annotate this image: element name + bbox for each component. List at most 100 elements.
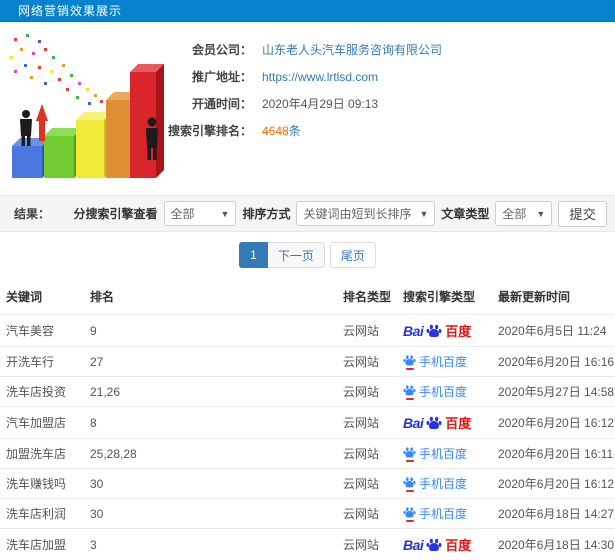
last-page-button[interactable]: 尾页 [330,242,376,268]
rank-type-cell: 云网站 [343,469,403,499]
rank-cell[interactable]: 30 [90,469,343,499]
company-info-list: 会员公司： 山东老人头汽车服务咨询有限公司 推广地址： https://www.… [158,22,615,144]
type-filter-select[interactable]: 全部 ▼ [495,201,552,226]
table-header-row: 关键词 排名 排名类型 搜索引擎类型 最新更新时间 [0,278,615,315]
baidu-logo-icon: Bai 百度 [403,321,498,340]
baidu-paw-icon [403,476,416,489]
rank-type-cell: 云网站 [343,439,403,469]
mobile-baidu-icon: 手机百度 [403,445,498,462]
engine-cell: 手机百度 [403,439,498,469]
keyword-cell: 洗车店利润 [0,499,90,529]
rank-count-label: 搜索引擎排名： [158,122,252,139]
rank-type-cell: 云网站 [343,499,403,529]
engine-cell: Bai 百度 [403,407,498,439]
chevron-down-icon: ▼ [221,209,230,219]
rank-type-cell: 云网站 [343,377,403,407]
company-name-link[interactable]: 山东老人头汽车服务咨询有限公司 [262,41,442,58]
results-table: 关键词 排名 排名类型 搜索引擎类型 最新更新时间 汽车美容 9 云网站 Bai… [0,278,615,560]
chevron-down-icon: ▼ [419,209,428,219]
keyword-cell: 洗车店投资 [0,377,90,407]
keyword-cell: 洗车赚钱吗 [0,469,90,499]
engine-filter-label: 分搜索引擎查看 [74,205,158,222]
company-info-section: 会员公司： 山东老人头汽车服务咨询有限公司 推广地址： https://www.… [0,22,615,195]
open-time-label: 开通时间： [158,95,252,112]
mobile-baidu-icon: 手机百度 [403,353,498,370]
rank-cell[interactable]: 8 [90,407,343,439]
table-row: 洗车店投资 21,26 云网站 手机百度 2020年5月27日 14:58 [0,377,615,407]
keyword-cell: 洗车店加盟 [0,529,90,560]
info-row-rank-count: 搜索引擎排名： 4648条 [158,117,615,144]
table-row: 洗车店加盟 3 云网站 Bai 百度 2020年6月18日 14:30 [0,529,615,560]
rank-type-cell: 云网站 [343,315,403,347]
header-rank-type: 排名类型 [343,278,403,315]
mobile-baidu-icon: 手机百度 [403,383,498,400]
company-label: 会员公司： [158,41,252,58]
updated-cell: 2020年6月20日 16:11 [498,439,615,469]
filter-bar: 结果： 分搜索引擎查看 全部 ▼ 排序方式 关键词由短到长排序 ▼ 文章类型 全… [0,195,615,232]
engine-filter-select[interactable]: 全部 ▼ [164,201,237,226]
header-engine-type: 搜索引擎类型 [403,278,498,315]
rank-count-number: 4648 [262,124,289,138]
rank-type-cell: 云网站 [343,529,403,560]
rank-cell[interactable]: 27 [90,347,343,377]
table-row: 汽车加盟店 8 云网站 Bai 百度 2020年6月20日 16:12 [0,407,615,439]
submit-button[interactable]: 提交 [558,201,607,227]
rank-type-cell: 云网站 [343,407,403,439]
rank-cell[interactable]: 25,28,28 [90,439,343,469]
sort-filter-value: 关键词由短到长排序 [303,205,411,222]
keyword-cell: 加盟洗车店 [0,439,90,469]
baidu-paw-icon [403,506,416,519]
chevron-down-icon: ▼ [536,209,545,219]
rank-cell[interactable]: 3 [90,529,343,560]
sort-filter-select[interactable]: 关键词由短到长排序 ▼ [296,201,435,226]
engine-cell: 手机百度 [403,377,498,407]
baidu-paw-icon [403,384,416,397]
keyword-cell: 汽车加盟店 [0,407,90,439]
table-row: 洗车赚钱吗 30 云网站 手机百度 2020年6月20日 16:12 [0,469,615,499]
promo-url-link[interactable]: https://www.lrtlsd.com [262,70,378,84]
table-row: 汽车美容 9 云网站 Bai 百度 2020年6月5日 11:24 [0,315,615,347]
baidu-paw-icon [426,323,442,339]
updated-cell: 2020年6月5日 11:24 [498,315,615,347]
keyword-cell: 汽车美容 [0,315,90,347]
baidu-paw-icon [426,415,442,431]
header-updated: 最新更新时间 [498,278,615,315]
table-row: 加盟洗车店 25,28,28 云网站 手机百度 2020年6月20日 16:11 [0,439,615,469]
baidu-logo-icon: Bai 百度 [403,535,498,554]
updated-cell: 2020年6月20日 16:12 [498,407,615,439]
filter-group: 分搜索引擎查看 全部 ▼ 排序方式 关键词由短到长排序 ▼ 文章类型 全部 ▼ … [74,201,607,227]
bars [12,64,164,178]
updated-cell: 2020年6月20日 16:12 [498,469,615,499]
baidu-logo-icon: Bai 百度 [403,413,498,432]
rank-cell[interactable]: 21,26 [90,377,343,407]
baidu-paw-icon [426,537,442,553]
engine-cell: 手机百度 [403,469,498,499]
pagination: 1 下一页 尾页 [0,232,615,278]
top-header-bar: 网络营销效果展示 [0,0,615,22]
engine-cell: Bai 百度 [403,529,498,560]
mobile-baidu-icon: 手机百度 [403,505,498,522]
updated-cell: 2020年6月18日 14:27 [498,499,615,529]
info-row-company: 会员公司： 山东老人头汽车服务咨询有限公司 [158,36,615,63]
rank-cell[interactable]: 30 [90,499,343,529]
confetti-dots [10,34,103,105]
header-keyword: 关键词 [0,278,90,315]
rank-type-cell: 云网站 [343,347,403,377]
bar-chart-illustration [0,26,172,192]
next-page-button[interactable]: 下一页 [268,242,325,268]
result-label: 结果： [14,205,50,222]
engine-cell: 手机百度 [403,347,498,377]
type-filter-label: 文章类型 [441,205,489,222]
baidu-paw-icon [403,354,416,367]
table-row: 开洗车行 27 云网站 手机百度 2020年6月20日 16:16 [0,347,615,377]
rank-cell[interactable]: 9 [90,315,343,347]
updated-cell: 2020年6月18日 14:30 [498,529,615,560]
info-row-open-time: 开通时间： 2020年4月29日 09:13 [158,90,615,117]
info-row-url: 推广地址： https://www.lrtlsd.com [158,63,615,90]
updated-cell: 2020年6月20日 16:16 [498,347,615,377]
baidu-paw-icon [403,446,416,459]
page-title: 网络营销效果展示 [18,2,122,19]
page-1-button[interactable]: 1 [239,242,268,268]
header-rank: 排名 [90,278,343,315]
updated-cell: 2020年5月27日 14:58 [498,377,615,407]
